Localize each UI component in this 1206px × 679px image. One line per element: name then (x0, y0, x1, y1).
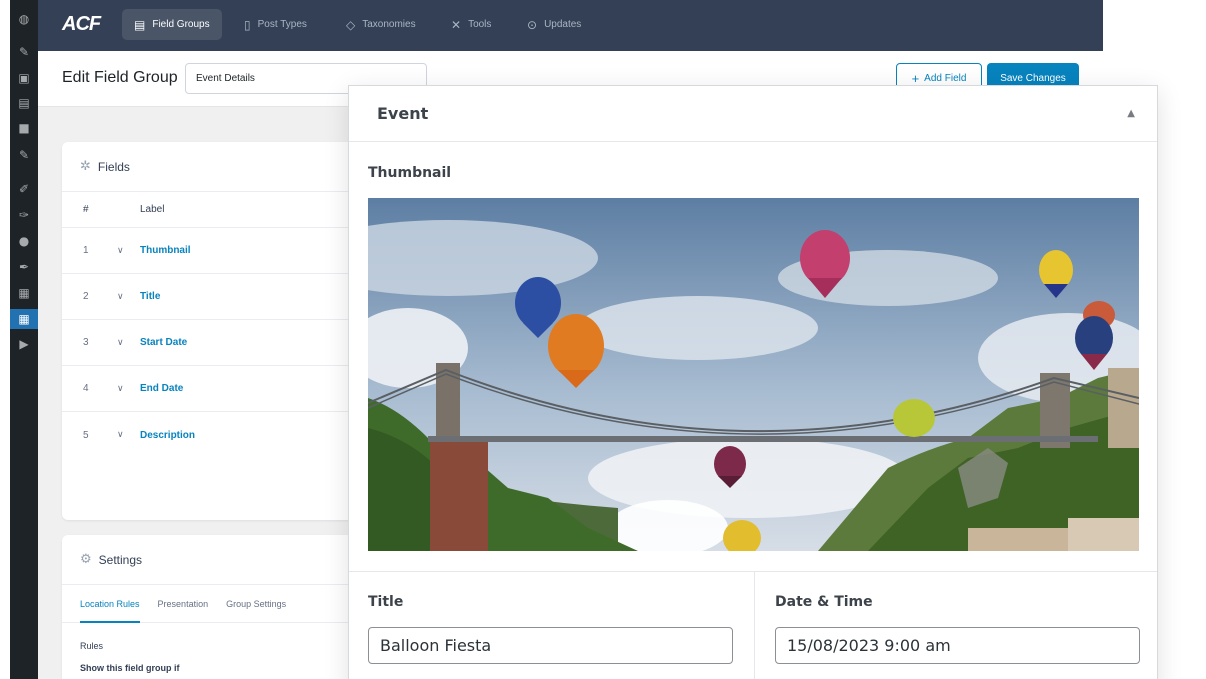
wrench-icon: ✕ (451, 17, 462, 32)
event-preview-panel: Event ▲ Thumbnail Title Balloon Fiesta D… (348, 85, 1158, 679)
thumbnail-label: Thumbnail (368, 165, 452, 181)
field-row[interactable]: 2 ∨ Title (62, 274, 382, 320)
field-label[interactable]: Start Date (140, 337, 187, 348)
tab-updates[interactable]: ⊙ Updates (515, 9, 593, 40)
pages-icon[interactable]: ▤ (10, 93, 38, 113)
users-icon[interactable]: ● (10, 231, 38, 251)
chevron-down-icon[interactable]: ∨ (117, 292, 140, 302)
field-number: 3 (83, 337, 89, 348)
divider (349, 571, 1157, 572)
tab-presentation[interactable]: Presentation (158, 585, 209, 623)
tab-field-groups[interactable]: ▤ Field Groups (122, 9, 222, 40)
plus-icon: + (911, 70, 920, 86)
chevron-down-icon[interactable]: ∨ (117, 338, 140, 348)
fields-table-header: # Label (62, 192, 382, 228)
balloon-bridge-photo (368, 198, 1139, 551)
field-number: 2 (83, 291, 89, 302)
chevron-down-icon[interactable]: ∨ (117, 246, 140, 256)
settings-title: Settings (98, 552, 143, 567)
thumbnail-image[interactable] (368, 198, 1139, 551)
tab-location-rules[interactable]: Location Rules (80, 585, 140, 623)
field-row[interactable]: 4 ∨ End Date (62, 366, 382, 412)
title-input[interactable]: Balloon Fiesta (368, 627, 733, 664)
add-field-label: Add Field (924, 72, 967, 84)
collapse-arrow-icon[interactable]: ▲ (1127, 108, 1135, 119)
divider (754, 572, 755, 679)
screen: ◍ ✎ ▣ ▤ ■ ✎ ✐ ✑ ● ✒ ▦ ▦ ▶ ACF ▤ Field Gr… (0, 0, 1206, 679)
fields-card: ✲ Fields # Label 1 ∨ Thumbnail 2 ∨ Title… (62, 142, 382, 520)
tab-tools[interactable]: ✕ Tools (439, 9, 503, 40)
field-row[interactable]: 5 ∨ Description (62, 412, 382, 458)
field-label[interactable]: Thumbnail (140, 245, 191, 256)
pin-icon[interactable]: ✎ (10, 42, 38, 62)
tab-label: Taxonomies (362, 19, 416, 30)
settings-card: ⚙ Settings Location Rules Presentation G… (62, 535, 382, 679)
field-label[interactable]: End Date (140, 383, 183, 394)
settings-card-header: ⚙ Settings (62, 535, 382, 585)
field-number: 4 (83, 383, 89, 394)
tab-label: Post Types (257, 19, 307, 30)
tools-icon[interactable]: ✒ (10, 257, 38, 277)
tag-icon: ◇ (346, 17, 356, 32)
rules-label: Rules (80, 641, 104, 651)
appearance-icon[interactable]: ✐ (10, 179, 38, 199)
chevron-down-icon[interactable]: ∨ (117, 384, 140, 394)
tab-label: Tools (468, 19, 492, 30)
field-number: 5 (83, 429, 89, 441)
column-number: # (83, 204, 89, 215)
acf-icon[interactable]: ▦ (10, 309, 42, 329)
puzzle-icon: ✲ (80, 159, 91, 174)
tab-group-settings[interactable]: Group Settings (226, 585, 286, 623)
download-icon: ⊙ (527, 17, 538, 32)
chevron-down-icon[interactable]: ∨ (117, 430, 140, 440)
field-label[interactable]: Description (140, 430, 195, 441)
dashboard-icon[interactable]: ◍ (10, 9, 38, 29)
field-row[interactable]: 3 ∨ Start Date (62, 320, 382, 366)
pin-icon[interactable]: ✎ (10, 145, 38, 165)
title-field-label: Title (368, 594, 404, 610)
datetime-input[interactable]: 15/08/2023 9:00 am (775, 627, 1140, 664)
fields-card-header: ✲ Fields (62, 142, 382, 192)
list-icon: ▤ (134, 17, 146, 32)
rules-text: Show this field group if (80, 663, 180, 673)
field-label[interactable]: Title (140, 291, 160, 302)
field-number: 1 (83, 245, 89, 256)
gear-icon: ⚙ (80, 552, 92, 567)
settings-tabs: Location Rules Presentation Group Settin… (62, 585, 382, 623)
column-label: Label (140, 204, 165, 215)
acf-top-bar: ACF ▤ Field Groups ▯ Post Types ◇ Taxono… (38, 0, 1103, 51)
media-icon[interactable]: ▣ (10, 68, 38, 88)
plugins-icon[interactable]: ✑ (10, 205, 38, 225)
document-icon: ▯ (244, 17, 251, 32)
wp-admin-sidebar: ◍ ✎ ▣ ▤ ■ ✎ ✐ ✑ ● ✒ ▦ ▦ ▶ (10, 0, 42, 679)
event-title: Event (377, 104, 429, 123)
fields-title: Fields (97, 159, 130, 174)
field-row[interactable]: 1 ∨ Thumbnail (62, 228, 382, 274)
tab-label: Field Groups (152, 19, 210, 30)
event-panel-header[interactable]: Event (349, 86, 1157, 142)
settings-icon[interactable]: ▦ (10, 283, 38, 303)
play-icon[interactable]: ▶ (10, 334, 38, 354)
comments-icon[interactable]: ■ (10, 118, 38, 138)
datetime-field-label: Date & Time (775, 594, 873, 610)
tab-label: Updates (544, 19, 582, 30)
tab-post-types[interactable]: ▯ Post Types (232, 9, 319, 40)
page-title: Edit Field Group (62, 69, 178, 86)
acf-logo[interactable]: ACF (62, 13, 101, 36)
rules-section: Rules Show this field group if (62, 623, 382, 673)
tab-taxonomies[interactable]: ◇ Taxonomies (334, 9, 428, 40)
